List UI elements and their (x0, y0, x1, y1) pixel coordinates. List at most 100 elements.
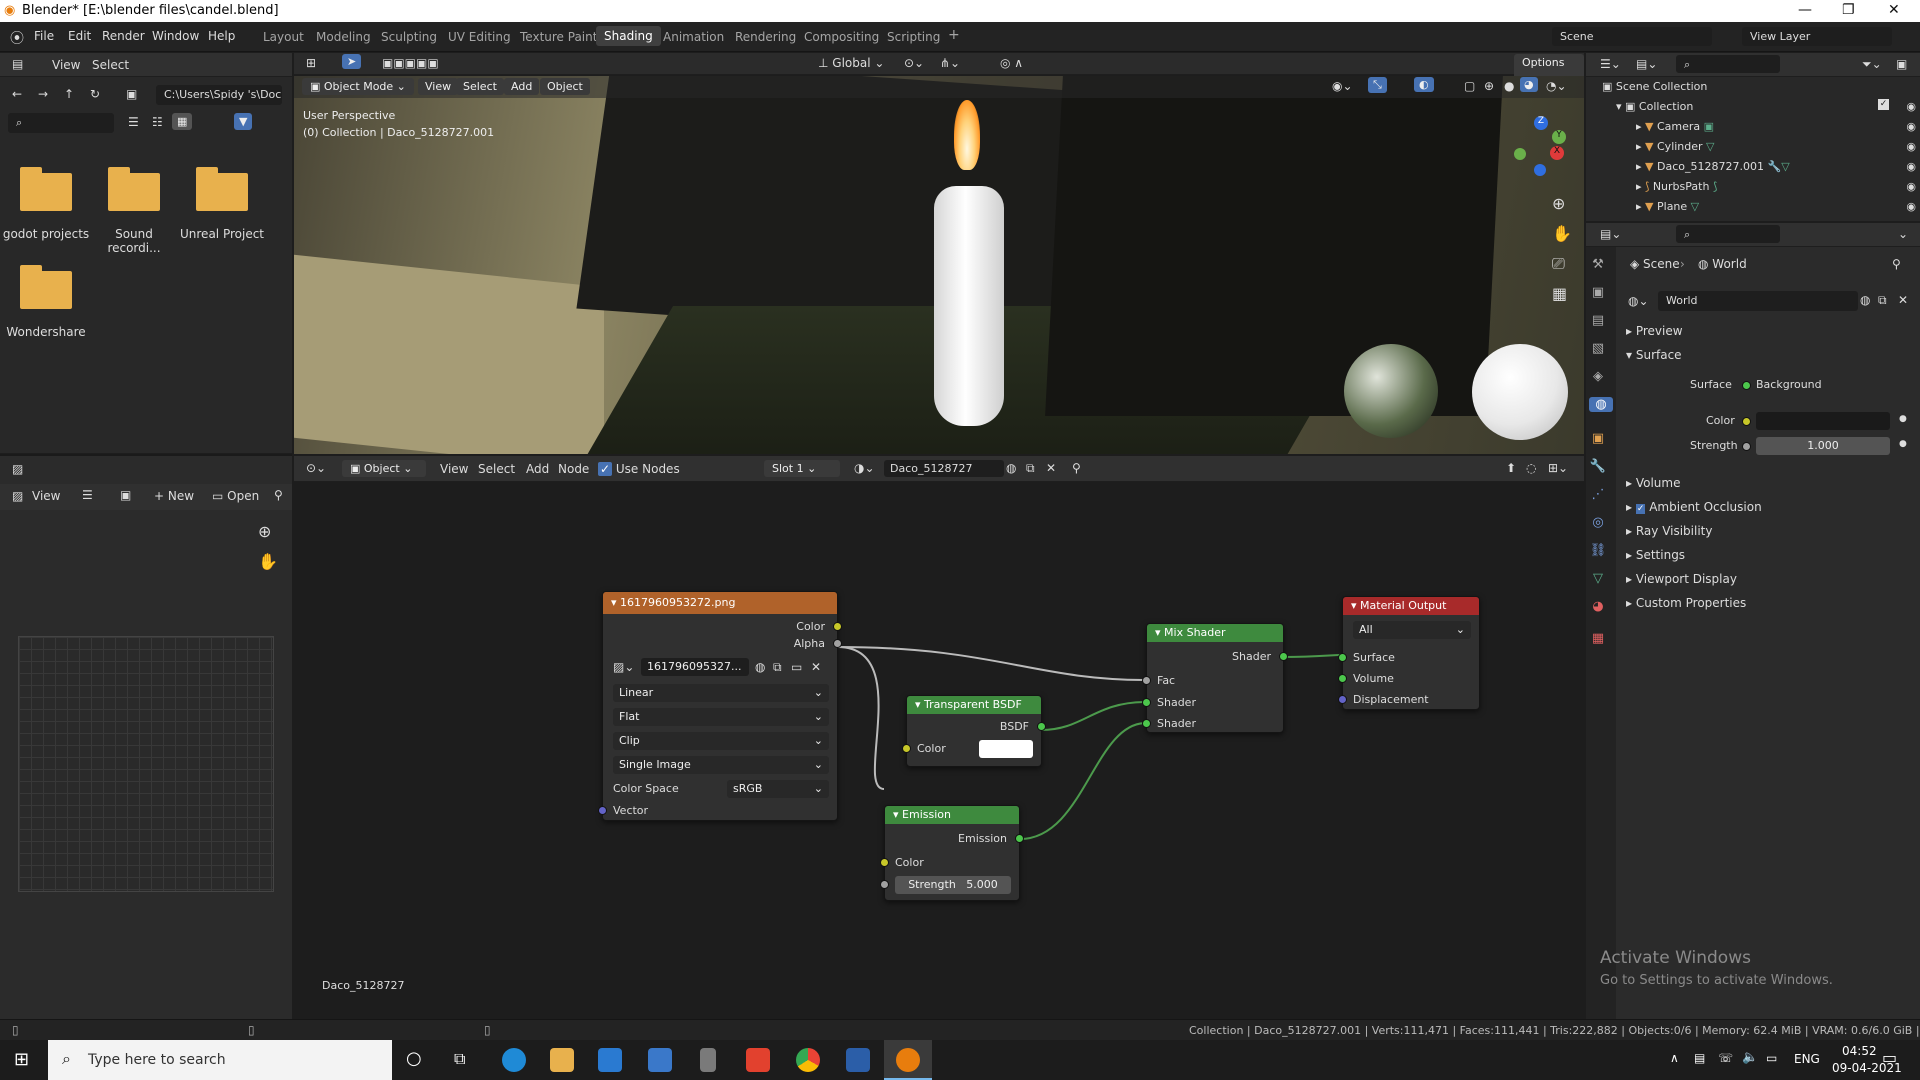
tab-uv-editing[interactable]: UV Editing (448, 30, 511, 44)
outliner-item-cylinder[interactable]: ▸ ▼ Cylinder ▽ (1636, 140, 1715, 153)
section-volume[interactable]: ▸ Volume (1626, 476, 1680, 490)
view-layer-tab-icon[interactable]: ▧ (1586, 341, 1610, 356)
world-browse-icon[interactable]: ◍⌄ (1628, 294, 1649, 308)
back-arrow-icon[interactable]: ← (12, 87, 22, 101)
outliner-collection[interactable]: ▾ ▣ Collection (1616, 100, 1693, 113)
scene-selector[interactable]: Scene (1552, 27, 1712, 46)
edge-icon[interactable] (502, 1048, 526, 1072)
node-editor-canvas[interactable]: ▾ 1617960953272.png Color Alpha ▨⌄ 16179… (294, 483, 1584, 1019)
shading-wireframe-icon[interactable]: ⊕ (1484, 79, 1494, 93)
shader-type-selector[interactable]: ▣ Object ⌄ (342, 460, 426, 477)
input-shader2-socket[interactable] (1142, 719, 1151, 728)
color-swatch[interactable] (979, 740, 1033, 758)
modifier-tab-icon[interactable]: 🔧 (1586, 459, 1610, 474)
fb-menu-view[interactable]: View (52, 58, 80, 72)
outliner-search-input[interactable]: ⌕ (1676, 55, 1780, 73)
task-view-icon[interactable]: ⧉ (454, 1049, 465, 1069)
tab-sculpting[interactable]: Sculpting (381, 30, 437, 44)
editor-type-icon[interactable]: ▤ (12, 57, 23, 71)
fake-user-icon[interactable]: ◍ (1860, 293, 1870, 307)
shading-material-icon[interactable]: ◕ (1520, 77, 1538, 92)
blender-taskbar-button[interactable] (884, 1040, 932, 1080)
ne-menu-view[interactable]: View (440, 462, 468, 476)
material-name-field[interactable]: Daco_5128727 (884, 460, 1004, 477)
tab-rendering[interactable]: Rendering (735, 30, 796, 44)
ne-menu-node[interactable]: Node (558, 462, 589, 476)
tab-scripting[interactable]: Scripting (887, 30, 940, 44)
folder-open-icon[interactable]: ▭ (791, 660, 802, 674)
writer-icon[interactable] (846, 1048, 870, 1072)
tab-texture-paint[interactable]: Texture Paint (520, 30, 597, 44)
duplicate-icon[interactable]: ⧉ (1878, 293, 1887, 308)
outliner-root[interactable]: ▣ Scene Collection (1602, 80, 1707, 93)
physics-tab-icon[interactable]: ◎ (1586, 515, 1610, 530)
close-window-button[interactable]: ✕ (1888, 2, 1900, 18)
folder-icon[interactable] (20, 167, 72, 211)
world-color-swatch[interactable] (1756, 412, 1890, 430)
shading-rendered-icon[interactable]: ◔⌄ (1546, 79, 1567, 93)
new-collection-icon[interactable]: ▣ (1896, 57, 1907, 71)
language-indicator[interactable]: ENG (1794, 1052, 1820, 1066)
fake-user-icon[interactable]: ◍ (1006, 461, 1016, 475)
world-name-field[interactable]: World (1658, 291, 1858, 311)
node-header[interactable]: ▾ Transparent BSDF (907, 696, 1041, 714)
blender-menu-icon[interactable]: ⦿ (10, 28, 24, 48)
hand-pan-icon[interactable]: ✋ (1552, 224, 1572, 243)
collection-checkbox[interactable]: ✓ (1878, 99, 1889, 110)
gizmo-neg-y[interactable] (1514, 148, 1526, 160)
tab-animation[interactable]: Animation (663, 30, 724, 44)
ao-checkbox[interactable]: ✓ (1635, 504, 1646, 514)
visibility-icon[interactable]: ◉⌄ (1332, 79, 1353, 93)
gizmo-toggle-icon[interactable]: ⤡ (1368, 77, 1387, 93)
select-box-mode-icons[interactable]: ▣▣▣▣▣ (382, 56, 439, 70)
refresh-icon[interactable]: ↻ (90, 87, 100, 101)
gizmo-neg-z[interactable] (1534, 164, 1546, 176)
image-name-field[interactable]: 161796095327... (641, 658, 749, 676)
forward-arrow-icon[interactable]: → (38, 87, 48, 101)
keyframe-dot-icon[interactable]: ● (1899, 439, 1907, 449)
image-browse-icon[interactable]: ▣ (120, 488, 131, 502)
unlink-icon[interactable]: ✕ (811, 660, 821, 674)
output-tab-icon[interactable]: ▤ (1586, 313, 1610, 328)
vp-menu-object[interactable]: Object (540, 78, 590, 95)
output-target-dropdown[interactable]: All ⌄ (1353, 621, 1471, 639)
folder-label[interactable]: Unreal Project (176, 227, 268, 241)
menu-render[interactable]: Render (102, 29, 145, 43)
maximize-button[interactable]: ❐ (1842, 2, 1855, 18)
vp-menu-view[interactable]: View (418, 78, 459, 95)
properties-search-input[interactable]: ⌕ (1676, 225, 1780, 243)
proportional-edit-icon[interactable]: ◎ ∧ (1000, 56, 1023, 70)
tool-tab-icon[interactable]: ⚒ (1586, 257, 1610, 272)
tab-compositing[interactable]: Compositing (804, 30, 879, 44)
folder-label[interactable]: Sound recordi... (88, 227, 180, 255)
vertical-list-icon[interactable]: ☰ (128, 115, 139, 129)
pin-icon[interactable]: ⚲ (1072, 461, 1081, 475)
section-preview[interactable]: ▸ Preview (1626, 324, 1683, 338)
hamburger-icon[interactable]: ☰ (82, 488, 93, 502)
object-tab-icon[interactable]: ▣ (1586, 431, 1610, 446)
snap-node-icon[interactable]: ◌ (1526, 461, 1536, 475)
zoom-icon[interactable]: ⊕ (1552, 194, 1565, 213)
outliner-item-daco[interactable]: ▸ ▼ Daco_5128727.001 🔧▽ (1636, 160, 1790, 173)
outliner-item-nurbspath[interactable]: ▸ ⟆ NurbsPath ⟆ (1636, 180, 1717, 193)
emission-node[interactable]: ▾ Emission Emission Color Strength 5.000 (880, 805, 1024, 901)
world-tab-icon[interactable]: ◍ (1589, 397, 1613, 412)
section-surface[interactable]: ▾ Surface (1626, 348, 1682, 362)
snap-icon[interactable]: ⋔⌄ (940, 56, 960, 70)
new-folder-icon[interactable]: ▣ (126, 87, 137, 101)
surface-value[interactable]: Background (1756, 378, 1822, 391)
strength-field[interactable]: Strength 5.000 (895, 876, 1011, 894)
input-volume-socket[interactable] (1338, 674, 1347, 683)
projection-dropdown[interactable]: Flat ⌄ (613, 708, 829, 726)
view-layer-selector[interactable]: View Layer (1742, 27, 1892, 46)
keyframe-dot-icon[interactable]: ● (1899, 414, 1907, 424)
menu-edit[interactable]: Edit (68, 29, 91, 43)
menu-file[interactable]: File (34, 29, 54, 43)
image-browse-icon[interactable]: ▨⌄ (613, 660, 634, 674)
eye-icon[interactable]: ◉ (1906, 120, 1916, 133)
eye-icon[interactable]: ◉ (1906, 100, 1916, 113)
display-mode-icon[interactable]: ▤⌄ (1636, 57, 1657, 71)
tab-layout[interactable]: Layout (263, 30, 304, 44)
transparent-bsdf-node[interactable]: ▾ Transparent BSDF BSDF Color (902, 695, 1046, 767)
file-search-input[interactable]: ⌕ (8, 113, 114, 133)
